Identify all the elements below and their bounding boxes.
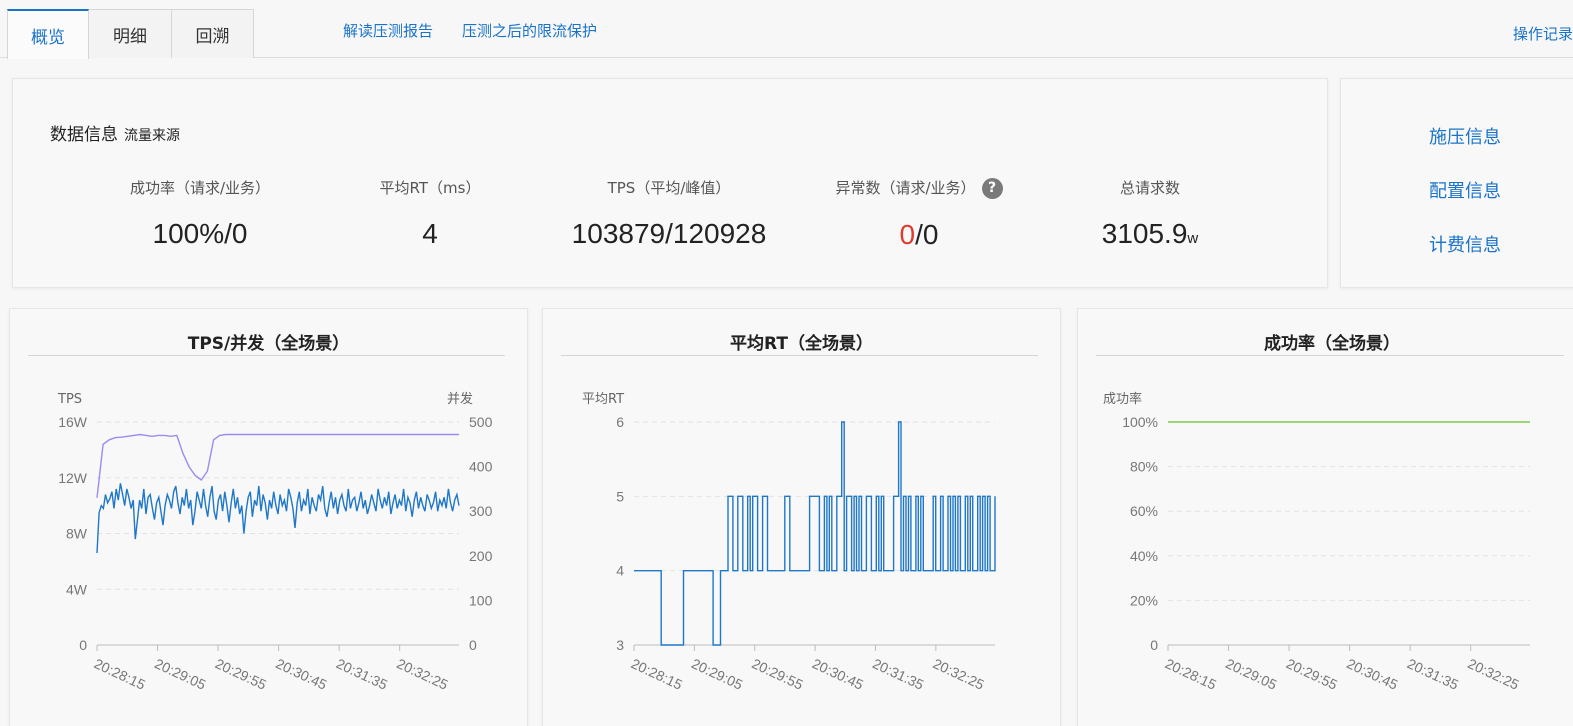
y-tick-label: 20% — [1130, 592, 1158, 608]
x-tick-label: 20:30:45 — [273, 655, 329, 693]
total-requests-value: 3105.9 — [1101, 218, 1188, 249]
side-info-card: 施压信息 配置信息 计费信息 — [1340, 78, 1573, 288]
tab-details[interactable]: 明细 — [88, 9, 172, 58]
traffic-source: 流量来源 — [124, 128, 180, 144]
x-tick-label: 20:29:05 — [1223, 655, 1279, 693]
y-tick-label: 4W — [66, 581, 88, 597]
metric-label-text: 异常数（请求/业务） — [835, 179, 976, 197]
metric-label: 异常数（请求/业务）? — [789, 177, 1049, 199]
info-title: 数据信息 流量来源 — [50, 120, 180, 145]
x-tick-label: 20:31:35 — [1405, 655, 1461, 693]
y2-tick-label: 400 — [469, 459, 493, 475]
x-tick-label: 20:28:15 — [1163, 655, 1219, 693]
metric-avg-rt: 平均RT（ms） 4 — [300, 177, 560, 250]
x-tick-label: 20:30:45 — [810, 655, 866, 693]
report-link[interactable]: 解读压测报告 — [343, 20, 433, 41]
y-tick-label: 0 — [1150, 637, 1158, 653]
metric-value: 100%/0 — [152, 218, 248, 249]
y2-axis-label: 并发 — [447, 391, 473, 407]
x-tick-label: 20:28:15 — [629, 655, 685, 693]
y-tick-label: 40% — [1130, 548, 1158, 564]
y-tick-label: 4 — [616, 563, 624, 579]
metric-label: TPS（平均/峰值） — [607, 179, 731, 197]
y-tick-label: 5 — [616, 488, 624, 504]
y2-tick-label: 500 — [469, 414, 493, 430]
pressure-info-link[interactable]: 施压信息 — [1429, 123, 1501, 149]
metric-label: 成功率（请求/业务） — [129, 179, 271, 197]
metric-label: 平均RT（ms） — [379, 179, 481, 197]
y-axis-label: 平均RT — [582, 392, 624, 407]
info-title-text: 数据信息 — [50, 125, 118, 145]
y2-tick-label: 100 — [469, 592, 493, 608]
y-axis-label: 成功率 — [1103, 391, 1142, 407]
metric-total-requests: 总请求数 3105.9w — [1020, 177, 1280, 250]
x-tick-label: 20:32:25 — [394, 655, 450, 693]
y-tick-label: 0 — [79, 637, 87, 653]
tab-retrospect[interactable]: 回溯 — [171, 9, 254, 58]
x-tick-label: 20:28:15 — [92, 655, 148, 693]
metric-tps: TPS（平均/峰值） 103879/120928 — [539, 177, 799, 250]
y-tick-label: 80% — [1130, 459, 1158, 475]
y2-tick-label: 0 — [469, 637, 477, 653]
tps-concurrency-chart: 0 4W 8W 12W 16W TPS 0 100 200 300 400 500 并发 20:28:15… — [57, 391, 493, 693]
series-line-平均RT — [634, 421, 996, 646]
config-info-link[interactable]: 配置信息 — [1429, 177, 1501, 203]
x-tick-label: 20:29:55 — [749, 655, 805, 693]
tab-overview[interactable]: 概览 — [7, 9, 89, 59]
help-icon[interactable]: ? — [981, 178, 1003, 199]
metric-success-rate: 成功率（请求/业务） 100%/0 — [70, 177, 330, 250]
tab-bar: 概览 明细 回溯 解读压测报告 压测之后的限流保护 操作记录 — [0, 0, 1573, 59]
protect-link[interactable]: 压测之后的限流保护 — [462, 20, 597, 41]
metric-value: 3105.9w — [1020, 218, 1280, 250]
series-line-并发 — [96, 433, 459, 498]
y2-tick-label: 300 — [469, 503, 493, 519]
success-rate-chart: 0 20% 40% 60% 80% 100% 成功率 20:28:15 20:29:05 20:2… — [1103, 391, 1530, 693]
x-tick-label: 20:31:35 — [870, 655, 926, 693]
y-tick-label: 12W — [58, 470, 88, 486]
x-tick-label: 20:29:55 — [213, 655, 269, 693]
y-tick-label: 8W — [66, 526, 88, 542]
y-tick-label: 6 — [616, 414, 624, 430]
metric-errors: 异常数（请求/业务）? 0/0 — [789, 177, 1049, 251]
metric-value: 0/0 — [789, 219, 1049, 251]
x-tick-label: 20:32:25 — [1465, 655, 1521, 693]
data-info-card: 数据信息 流量来源 成功率（请求/业务） 100%/0 平均RT（ms） 4 TP… — [12, 78, 1328, 288]
y2-tick-label: 200 — [469, 548, 493, 564]
metric-value: 103879/120928 — [571, 218, 767, 249]
y-tick-label: 100% — [1122, 414, 1158, 430]
y-tick-label: 16W — [58, 414, 88, 430]
metric-value: 4 — [422, 218, 438, 249]
x-tick-label: 20:29:05 — [689, 655, 745, 693]
x-tick-label: 20:29:55 — [1284, 655, 1340, 693]
y-axis-label: TPS — [57, 392, 82, 407]
y-tick-label: 3 — [616, 637, 624, 653]
billing-info-link[interactable]: 计费信息 — [1429, 231, 1501, 257]
operation-log-link[interactable]: 操作记录 — [1513, 23, 1573, 44]
x-tick-label: 20:30:45 — [1344, 655, 1400, 693]
total-requests-unit: w — [1187, 230, 1199, 247]
avg-rt-chart: 3 4 5 6 平均RT 20:28:15 20:29:05 20:29:55 20:30:45… — [582, 392, 996, 693]
tps-chart-card: TPS/并发（全场景） 0 4W 8W 12W 16W TPS 0 100 200 300 400 5… — [9, 308, 528, 726]
error-count: 0 — [899, 219, 916, 250]
rt-chart-card: 平均RT（全场景） 3 4 5 6 平均RT 20:28:15 20:29:05 20:29:… — [542, 308, 1061, 726]
biz-error-count: /0 — [915, 219, 939, 250]
x-tick-label: 20:29:05 — [152, 655, 208, 693]
series-line-TPS — [96, 483, 460, 554]
x-tick-label: 20:31:35 — [334, 655, 390, 693]
x-tick-label: 20:32:25 — [931, 655, 987, 693]
metric-label: 总请求数 — [1119, 179, 1180, 197]
y-tick-label: 60% — [1130, 503, 1158, 519]
success-rate-chart-card: 成功率（全场景） 0 20% 40% 60% 80% 100% 成功率 20:28:15 20:… — [1077, 308, 1573, 726]
